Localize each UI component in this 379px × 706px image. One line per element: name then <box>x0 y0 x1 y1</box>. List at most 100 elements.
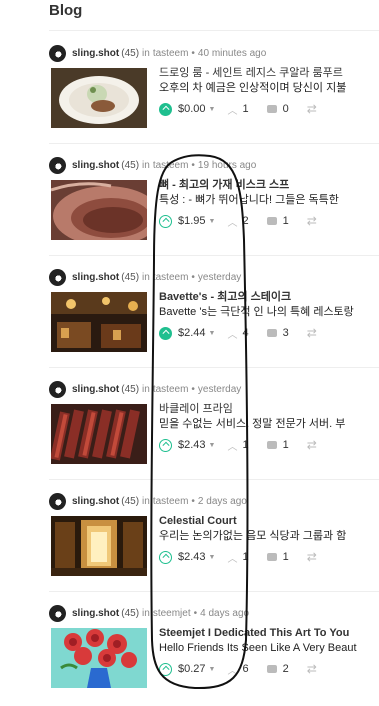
community-link[interactable]: tasteem <box>153 48 189 59</box>
resteem-icon[interactable]: ⇄ <box>307 102 317 116</box>
post-item[interactable]: sling.shot (45) in steemjet • 4 days ago… <box>49 604 379 706</box>
post-meta: sling.shot (45) in tasteem • yesterday <box>49 268 241 286</box>
upvote-circle-icon[interactable] <box>159 326 172 340</box>
post-thumbnail[interactable] <box>51 68 147 128</box>
resteem-icon[interactable]: ⇄ <box>307 326 317 340</box>
author-link[interactable]: sling.shot <box>72 608 119 619</box>
caret-down-icon[interactable]: ▼ <box>209 442 216 449</box>
post-time[interactable]: yesterday <box>198 384 241 395</box>
payout-value[interactable]: $0.00 <box>178 103 206 115</box>
post-time[interactable]: 4 days ago <box>200 608 249 619</box>
avatar[interactable] <box>49 492 66 510</box>
upvote-circle-icon[interactable] <box>159 550 172 564</box>
post-item[interactable]: sling.shot (45) in tasteem • 2 days ago … <box>49 492 379 594</box>
vote-count[interactable]: 2 <box>242 215 248 227</box>
caret-down-icon[interactable]: ▼ <box>209 666 216 673</box>
community-link[interactable]: tasteem <box>153 160 189 171</box>
comment-bubble-icon[interactable] <box>266 105 277 113</box>
comment-count[interactable]: 0 <box>283 103 289 115</box>
comment-bubble-icon[interactable] <box>266 553 277 561</box>
avatar[interactable] <box>49 156 66 174</box>
post-meta: sling.shot (45) in tasteem • 2 days ago <box>49 492 247 510</box>
payout-value[interactable]: $1.95 <box>178 215 206 227</box>
post-thumbnail[interactable] <box>51 292 147 352</box>
post-meta: sling.shot (45) in steemjet • 4 days ago <box>49 604 249 622</box>
community-link[interactable]: steemjet <box>153 608 191 619</box>
upvote-circle-icon[interactable] <box>159 662 172 676</box>
avatar[interactable] <box>49 604 66 622</box>
post-thumbnail[interactable] <box>51 180 147 240</box>
post-thumbnail[interactable] <box>51 628 147 688</box>
resteem-icon[interactable]: ⇄ <box>307 438 317 452</box>
author-link[interactable]: sling.shot <box>72 160 119 171</box>
caret-down-icon[interactable]: ▼ <box>209 218 216 225</box>
author-link[interactable]: sling.shot <box>72 48 119 59</box>
post-title[interactable]: Celestial Court <box>159 514 379 529</box>
post-divider <box>49 479 379 480</box>
in-label: in <box>142 607 150 619</box>
comment-count[interactable]: 3 <box>283 327 289 339</box>
in-label: in <box>142 47 150 59</box>
comment-bubble-icon[interactable] <box>266 441 277 449</box>
post-thumbnail[interactable] <box>51 516 147 576</box>
community-link[interactable]: tasteem <box>153 384 189 395</box>
author-link[interactable]: sling.shot <box>72 496 119 507</box>
upvote-circle-icon[interactable] <box>159 214 172 228</box>
post-item[interactable]: sling.shot (45) in tasteem • 40 minutes … <box>49 44 379 146</box>
post-time[interactable]: 2 days ago <box>198 496 247 507</box>
post-title[interactable]: Steemjet I Dedicated This Art To You <box>159 626 379 641</box>
comment-bubble-icon[interactable] <box>266 329 277 337</box>
resteem-icon[interactable]: ⇄ <box>307 214 317 228</box>
vote-count[interactable]: 1 <box>242 103 248 115</box>
chevron-up-icon: ︿ <box>227 553 238 565</box>
resteem-icon[interactable]: ⇄ <box>307 662 317 676</box>
post-excerpt[interactable]: 오후의 차 예금은 인상적이며 당신이 지불 <box>159 81 379 96</box>
post-divider <box>49 143 379 144</box>
post-item[interactable]: sling.shot (45) in tasteem • yesterday B… <box>49 268 379 370</box>
post-excerpt[interactable]: 우리는 논의가없는 음모 식당과 그룹과 함 <box>159 529 379 544</box>
payout-value[interactable]: $0.27 <box>178 663 206 675</box>
post-time[interactable]: 40 minutes ago <box>198 48 266 59</box>
avatar[interactable] <box>49 44 66 62</box>
comment-bubble-icon[interactable] <box>266 217 277 225</box>
post-time[interactable]: 19 hours ago <box>198 160 256 171</box>
payout-value[interactable]: $2.43 <box>178 439 206 451</box>
post-thumbnail[interactable] <box>51 404 147 464</box>
author-link[interactable]: sling.shot <box>72 384 119 395</box>
post-excerpt[interactable]: 믿을 수없는 서비스. 정말 전문가 서버. 부 <box>159 417 379 432</box>
community-link[interactable]: tasteem <box>153 272 189 283</box>
vote-count[interactable]: 6 <box>242 663 248 675</box>
post-title[interactable]: Bavette's - 최고의 스테이크 <box>159 290 379 305</box>
payout-value[interactable]: $2.43 <box>178 551 206 563</box>
post-item[interactable]: sling.shot (45) in tasteem • 19 hours ag… <box>49 156 379 258</box>
author-link[interactable]: sling.shot <box>72 272 119 283</box>
vote-count[interactable]: 1 <box>242 551 248 563</box>
comment-bubble-icon[interactable] <box>266 665 277 673</box>
comment-count[interactable]: 1 <box>283 551 289 563</box>
resteem-icon[interactable]: ⇄ <box>307 550 317 564</box>
avatar[interactable] <box>49 380 66 398</box>
post-divider <box>49 367 379 368</box>
vote-count[interactable]: 1 <box>242 439 248 451</box>
comment-count[interactable]: 1 <box>283 215 289 227</box>
comment-count[interactable]: 1 <box>283 439 289 451</box>
caret-down-icon[interactable]: ▼ <box>209 554 216 561</box>
post-excerpt[interactable]: Bavette 's는 극단적 인 나의 특혜 레스토랑 <box>159 305 379 320</box>
post-time[interactable]: yesterday <box>198 272 241 283</box>
post-excerpt[interactable]: Hello Friends Its Seen Like A Very Beaut <box>159 641 379 656</box>
post-title[interactable]: 뼈 - 최고의 가재 비스크 스프 <box>159 178 379 193</box>
avatar[interactable] <box>49 268 66 286</box>
upvote-circle-icon[interactable] <box>159 102 172 116</box>
in-label: in <box>142 271 150 283</box>
vote-count[interactable]: 4 <box>242 327 248 339</box>
caret-down-icon[interactable]: ▼ <box>209 330 216 337</box>
payout-value[interactable]: $2.44 <box>178 327 206 339</box>
post-item[interactable]: sling.shot (45) in tasteem • yesterday 바… <box>49 380 379 482</box>
post-title[interactable]: 드로잉 룸 - 세인트 레지스 쿠알라 룸푸르 <box>159 66 379 81</box>
upvote-circle-icon[interactable] <box>159 438 172 452</box>
post-title[interactable]: 바클레이 프라임 <box>159 402 379 417</box>
caret-down-icon[interactable]: ▼ <box>209 106 216 113</box>
post-excerpt[interactable]: 특성 : - 뼈가 뛰어납니다! 그들은 독특한 <box>159 193 379 208</box>
comment-count[interactable]: 2 <box>283 663 289 675</box>
community-link[interactable]: tasteem <box>153 496 189 507</box>
